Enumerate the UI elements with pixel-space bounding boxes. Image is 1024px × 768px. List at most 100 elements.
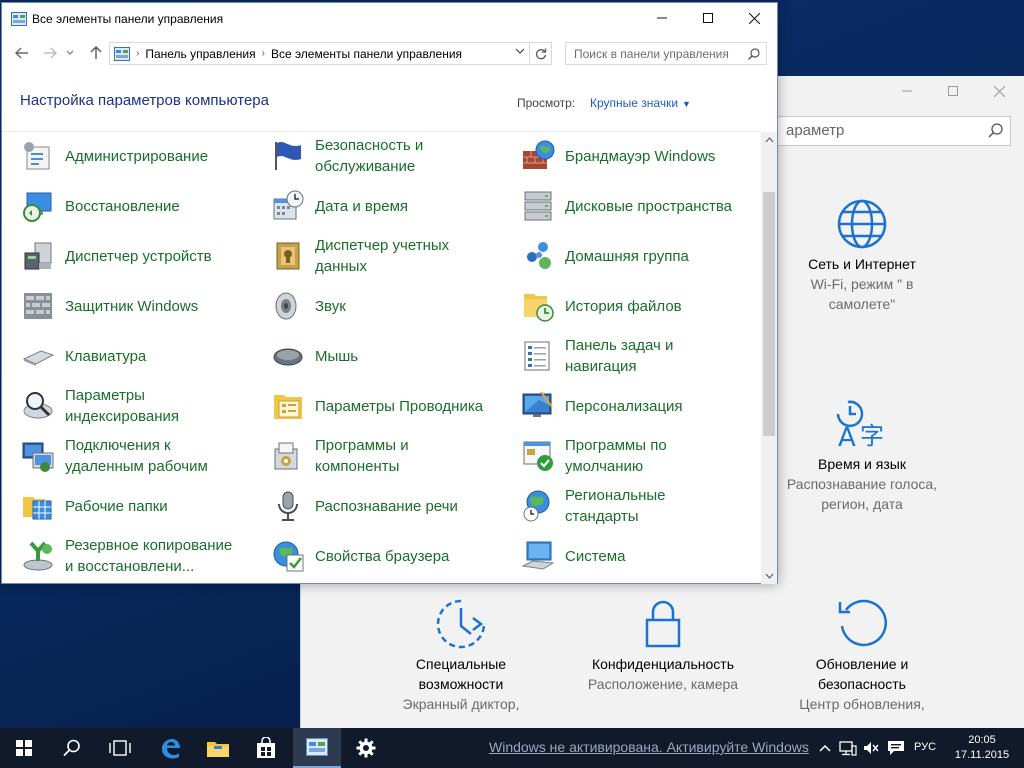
settings-search-input[interactable]: араметр	[777, 116, 1011, 146]
network-tray-button[interactable]	[837, 728, 859, 768]
minimize-button[interactable]	[639, 3, 685, 33]
edge-icon	[162, 739, 180, 759]
address-row: › Панель управления › Все элементы панел…	[2, 37, 777, 69]
scrollbar-thumb[interactable]	[763, 192, 775, 436]
lock-icon	[645, 600, 681, 648]
file-history-icon	[524, 294, 554, 322]
control-panel-taskbar-button[interactable]	[293, 728, 341, 768]
control-panel-item[interactable]: Безопасность и обслуживание	[252, 132, 492, 180]
settings-taskbar-button[interactable]	[342, 728, 390, 768]
credential-manager-icon	[276, 242, 300, 270]
volume-tray-button[interactable]	[860, 728, 882, 768]
control-panel-item[interactable]: Домашняя группа	[502, 232, 742, 280]
work-folders-icon	[23, 497, 52, 520]
system-icon	[521, 541, 555, 570]
control-panel-item[interactable]: Клавиатура	[2, 332, 242, 380]
control-panel-item[interactable]: Резервное копирование и восстановлени...	[2, 532, 242, 580]
control-panel-item[interactable]: Звук	[252, 282, 492, 330]
tile-privacy[interactable]: Конфиденциальность Расположение, камера	[578, 598, 748, 694]
settings-maximize-button[interactable]	[930, 76, 976, 106]
tile-time-language-title: Время и язык	[818, 456, 906, 472]
tile-time-language[interactable]: A字 Время и язык Распознавание голоса, ре…	[777, 398, 947, 514]
control-panel-icon	[114, 46, 130, 61]
tile-update[interactable]: Обновление и безопасность Центр обновлен…	[777, 598, 947, 714]
settings-close-button[interactable]	[976, 76, 1022, 106]
control-panel-item[interactable]: Персонализация	[502, 382, 742, 430]
refresh-button[interactable]	[529, 43, 551, 64]
tile-network[interactable]: Сеть и Интернет Wi-Fi, режим " в самолет…	[777, 198, 947, 314]
control-panel-item-label: Защитник Windows	[65, 297, 199, 315]
control-panel-item[interactable]: Дата и время	[252, 182, 492, 230]
taskbar: Windows не активирована. Активируйте Win…	[0, 728, 1024, 768]
tile-network-title: Сеть и Интернет	[808, 256, 916, 272]
address-bar[interactable]: › Панель управления › Все элементы панел…	[109, 42, 552, 65]
search-button[interactable]	[48, 728, 96, 768]
control-panel-item[interactable]: Подключения к удаленным рабочим	[2, 432, 242, 480]
control-panel-item[interactable]: Диспетчер устройств	[2, 232, 242, 280]
vertical-scrollbar[interactable]	[761, 132, 777, 584]
admin-tools-icon	[24, 142, 50, 170]
task-view-button[interactable]	[96, 728, 144, 768]
page-heading: Настройка параметров компьютера	[20, 92, 269, 109]
homegroup-icon	[527, 242, 551, 269]
scroll-up-icon[interactable]	[761, 132, 777, 148]
store-button[interactable]	[242, 728, 290, 768]
control-panel-item[interactable]: Распознавание речи	[252, 482, 492, 530]
breadcrumb-all-items[interactable]: Все элементы панели управления	[265, 47, 468, 61]
control-panel-item[interactable]: История файлов	[502, 282, 742, 330]
control-panel-item[interactable]: Рабочие папки	[2, 482, 242, 530]
tile-accessibility[interactable]: Специальные возможности Экранный диктор,	[376, 598, 546, 714]
address-dropdown-icon[interactable]	[515, 47, 525, 58]
search-icon	[988, 123, 1003, 138]
control-panel-item[interactable]: Дисковые пространства	[502, 182, 742, 230]
control-panel-item[interactable]: Параметры индексирования	[2, 382, 242, 430]
recent-pages-button[interactable]	[64, 43, 76, 63]
maximize-button[interactable]	[685, 3, 731, 33]
control-panel-item[interactable]: Диспетчер учетных данных	[252, 232, 492, 280]
control-panel-item[interactable]: Защитник Windows	[2, 282, 242, 330]
control-panel-item[interactable]: Брандмауэр Windows	[502, 132, 742, 180]
view-mode-dropdown[interactable]: Крупные значки ▼	[590, 96, 691, 110]
store-icon	[257, 737, 275, 758]
control-panel-search-input[interactable]: Поиск в панели управления	[565, 42, 767, 65]
personalization-icon	[522, 391, 553, 417]
control-panel-item[interactable]: Система	[502, 532, 742, 580]
control-panel-item-label: Свойства браузера	[315, 547, 450, 565]
control-panel-item[interactable]: Свойства браузера	[252, 532, 492, 580]
control-panel-item[interactable]: Параметры Проводника	[252, 382, 492, 430]
chevron-up-icon	[819, 744, 831, 752]
edge-button[interactable]	[146, 728, 194, 768]
language-indicator[interactable]: РУС	[914, 741, 936, 753]
settings-minimize-button[interactable]	[884, 76, 930, 106]
caret-down-icon: ▼	[682, 99, 691, 109]
control-panel-item[interactable]: Региональные стандарты	[502, 482, 742, 530]
keyboard-icon	[22, 350, 55, 366]
control-panel-item-label: Программы и компоненты	[315, 437, 409, 475]
control-panel-item[interactable]: Панель задач и навигация	[502, 332, 742, 380]
clock[interactable]: 20:05 17.11.2015	[948, 733, 1016, 763]
up-button[interactable]	[86, 43, 106, 63]
start-button[interactable]	[0, 728, 48, 768]
back-button[interactable]	[12, 43, 32, 63]
forward-button[interactable]	[40, 43, 60, 63]
activation-notice-link[interactable]: Windows не активирована. Активируйте Win…	[489, 739, 814, 755]
control-panel-titlebar: Все элементы панели управления	[2, 3, 777, 35]
indexing-icon	[23, 392, 53, 419]
globe-icon	[837, 199, 887, 249]
control-panel-item[interactable]: Администрирование	[2, 132, 242, 180]
control-panel-item[interactable]: Восстановление	[2, 182, 242, 230]
scroll-down-icon[interactable]	[761, 568, 777, 584]
control-panel-item[interactable]: Программы по умолчанию	[502, 432, 742, 480]
control-panel-item[interactable]: Программы и компоненты	[252, 432, 492, 480]
tile-accessibility-subtitle: Экранный диктор,	[402, 696, 520, 712]
close-button[interactable]	[731, 3, 777, 33]
tile-update-subtitle: Центр обновления,	[799, 696, 925, 712]
control-panel-item[interactable]: Мышь	[252, 332, 492, 380]
breadcrumb-control-panel[interactable]: Панель управления	[139, 47, 261, 61]
control-panel-window[interactable]: Все элементы панели управления › Панель …	[1, 2, 778, 584]
taskbar-icon	[524, 341, 550, 371]
gear-icon	[356, 738, 376, 758]
show-hidden-icons-button[interactable]	[815, 728, 835, 768]
notifications-button[interactable]	[884, 728, 908, 768]
file-explorer-button[interactable]	[194, 728, 242, 768]
